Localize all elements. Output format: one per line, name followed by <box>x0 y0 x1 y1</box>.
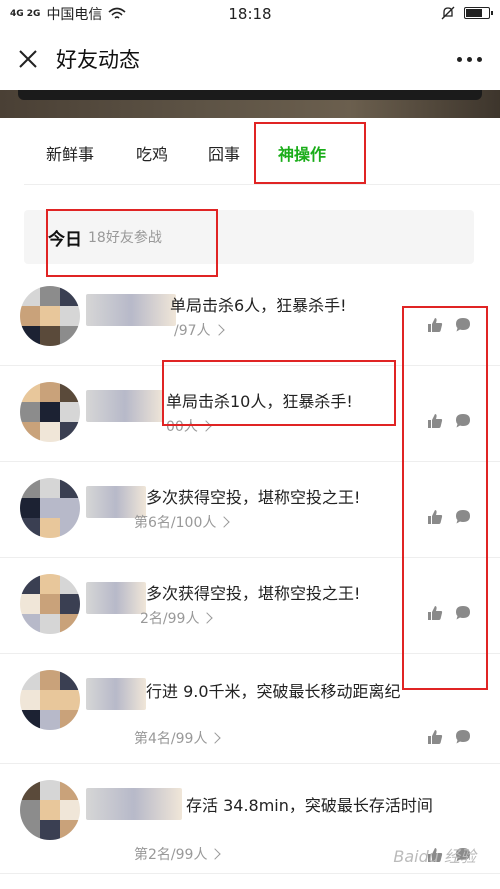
avatar <box>20 670 80 730</box>
feed-subtitle: /97人 <box>174 320 225 340</box>
more-button[interactable] <box>452 46 486 72</box>
annotation-box-tab <box>254 122 366 184</box>
annotation-box-title <box>162 360 396 426</box>
status-bar: 4G 2G 中国电信 18:18 <box>0 0 500 28</box>
blurred-name <box>86 678 146 710</box>
banner-shadow <box>18 90 482 100</box>
blurred-name <box>86 390 164 422</box>
chevron-right-icon <box>212 324 225 336</box>
feed-subtitle: 第6名/100人 <box>134 512 231 532</box>
feed-title: 多次获得空投，堪称空投之王! <box>146 488 361 507</box>
close-button[interactable] <box>0 28 56 90</box>
avatar <box>20 574 80 634</box>
page-title: 好友动态 <box>56 48 140 72</box>
tab-news[interactable]: 新鲜事 <box>46 140 94 170</box>
rank-text: /97人 <box>174 323 211 339</box>
feed-title: 行进 9.0千米，突破最长移动距离纪 <box>146 682 401 701</box>
game-banner <box>0 90 500 118</box>
rank-text: 2名/99人 <box>140 611 200 627</box>
more-dot <box>466 56 472 62</box>
rank-text: 第4名/99人 <box>134 731 208 747</box>
feed-subtitle: 第2名/99人 <box>134 844 222 864</box>
annotation-box-today <box>46 209 218 277</box>
more-dot <box>476 56 482 62</box>
feed-title: 单局击杀6人，狂暴杀手! <box>170 296 347 315</box>
nav-header: 好友动态 <box>0 28 500 90</box>
avatar <box>20 478 80 538</box>
tab-funny[interactable]: 囧事 <box>208 140 240 170</box>
rank-text: 第2名/99人 <box>134 847 208 863</box>
battery-level <box>466 9 482 17</box>
annotation-box-actions <box>402 306 488 690</box>
chevron-right-icon <box>209 848 222 860</box>
avatar <box>20 382 80 442</box>
tab-chicken[interactable]: 吃鸡 <box>136 140 168 170</box>
feed-title: 多次获得空投，堪称空投之王! <box>146 584 361 603</box>
blurred-name <box>86 788 182 820</box>
clock: 18:18 <box>228 5 272 23</box>
comment-icon[interactable] <box>454 728 472 746</box>
chevron-right-icon <box>201 612 214 624</box>
rank-text: 第6名/100人 <box>134 515 217 531</box>
more-dots-icon <box>456 56 462 62</box>
feed-subtitle: 第4名/99人 <box>134 728 222 748</box>
battery-icon <box>464 7 493 19</box>
blurred-name <box>86 294 176 326</box>
blurred-name <box>86 582 146 614</box>
mute-icon <box>441 6 455 20</box>
watermark: Baidu 经验 <box>393 847 476 866</box>
like-icon[interactable] <box>426 728 444 746</box>
feed-subtitle: 2名/99人 <box>140 608 214 628</box>
feed-title: 存活 34.8min，突破最长存活时间 <box>186 796 433 815</box>
avatar <box>20 286 80 346</box>
chevron-right-icon <box>209 732 222 744</box>
close-icon <box>19 50 37 68</box>
chevron-right-icon <box>218 516 231 528</box>
avatar <box>20 780 80 840</box>
